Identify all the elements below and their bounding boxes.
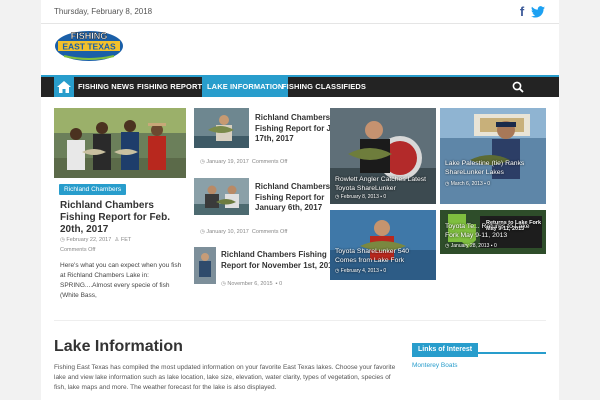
page-intro: Fishing East Texas has compiled the most… <box>54 364 396 391</box>
post-comments[interactable]: Comments Off <box>252 229 287 235</box>
angler-photo <box>194 178 249 215</box>
post-date[interactable]: November 6, 2015 <box>227 281 272 287</box>
tile-post[interactable]: Rowlett Angler Catches Latest Toyota Sha… <box>330 108 436 204</box>
user-icon: ♙ <box>114 237 120 243</box>
tile-title: Toyota ShareLunker 540 Comes from Lake F… <box>335 248 410 264</box>
top-bar: Thursday, February 8, 2018 f <box>41 0 559 24</box>
nav-lake-information[interactable]: LAKE INFORMATION <box>202 77 289 97</box>
svg-text:FISHING: FISHING <box>71 31 108 41</box>
tile-photo <box>440 108 546 204</box>
featured-comments-label: Comments Off <box>60 247 96 253</box>
tile-title: Lake Palestine (tie) Ranks ShareLunker L… <box>445 160 525 176</box>
tile-date: January 28, 2013 <box>450 243 490 249</box>
post-date[interactable]: January 19, 2017 <box>206 159 249 165</box>
nav-fishing-reports[interactable]: FISHING REPORTS <box>137 77 207 97</box>
post-date[interactable]: January 10, 2017 <box>206 229 249 235</box>
angler-photo <box>194 247 216 284</box>
clock-icon: ◷ <box>200 229 205 235</box>
featured-comments[interactable]: Comments Off <box>60 247 95 253</box>
tile-meta: ◷ February 4, 2013 ▪ 0 <box>335 268 387 274</box>
tile-date: February 8, 2013 <box>340 194 379 200</box>
svg-text:EAST TEXAS: EAST TEXAS <box>62 42 116 52</box>
site-logo[interactable]: FISHING EAST TEXAS <box>54 29 124 63</box>
clock-icon: ◷ <box>221 281 226 287</box>
section-divider <box>54 320 546 321</box>
fishermen-photo <box>54 108 186 178</box>
post-thumbnail[interactable] <box>194 178 249 215</box>
tile-date: February 4, 2013 <box>340 268 379 274</box>
tile-comments: 0 <box>493 243 497 249</box>
post-meta: ◷ January 19, 2017 Comments Off <box>200 159 287 165</box>
category-pill[interactable]: Richland Chambers <box>59 184 127 195</box>
tile-post[interactable]: Toyota ShareLunker 540 Comes from Lake F… <box>330 210 436 280</box>
tile-meta: ◷ January 28, 2013 ▪ 0 <box>445 243 497 249</box>
nav-home-button[interactable] <box>54 77 74 97</box>
page-wrapper: Thursday, February 8, 2018 f FISHING EAS… <box>41 0 559 400</box>
post-title[interactable]: Richland Chambers Fishing Report for Nov… <box>221 250 345 271</box>
tile-comments: 0 <box>383 194 387 200</box>
twitter-icon[interactable] <box>531 6 545 18</box>
main-nav: FISHING NEWS FISHING REPORTS LAKE INFORM… <box>41 75 559 97</box>
search-icon[interactable] <box>512 81 524 93</box>
angler-photo <box>194 108 249 148</box>
sidebar-heading-label: Links of Interest <box>412 343 479 357</box>
tile-comments: 0 <box>487 181 491 187</box>
page-title: Lake Information <box>54 338 183 355</box>
post-thumbnail[interactable] <box>194 108 249 148</box>
sidebar-link-monterey-boats[interactable]: Monterey Boats <box>412 362 458 369</box>
tile-post[interactable]: Returns to Lake Fork May 9-11, 2013 Toyo… <box>440 210 546 254</box>
clock-icon: ◷ <box>60 237 65 243</box>
featured-title[interactable]: Richland Chambers Fishing Report for Feb… <box>60 200 182 236</box>
featured-thumbnail[interactable] <box>54 108 186 178</box>
post-comments[interactable]: Comments Off <box>252 159 287 165</box>
tile-comments: 0 <box>383 268 387 274</box>
sidebar-heading: Links of Interest <box>412 338 546 357</box>
home-icon <box>57 81 71 93</box>
tile-title: Rowlett Angler Catches Latest Toyota Sha… <box>335 176 427 192</box>
featured-author[interactable]: FET <box>121 237 131 243</box>
featured-date[interactable]: February 22, 2017 <box>66 237 111 243</box>
featured-meta: ◷ February 22, 2017 ♙ FET <box>60 237 131 243</box>
facebook-icon[interactable]: f <box>517 5 527 19</box>
post-meta: ◷ November 6, 2015 ▪ 0 <box>221 281 282 287</box>
nav-fishing-news[interactable]: FISHING NEWS <box>78 77 134 97</box>
tile-date: March 6, 2013 <box>450 181 483 187</box>
tile-meta: ◷ March 6, 2013 ▪ 0 <box>445 181 491 187</box>
current-date: Thursday, February 8, 2018 <box>54 7 153 16</box>
post-thumbnail[interactable] <box>194 247 216 284</box>
featured-excerpt: Here's what you can expect when you fish… <box>60 262 182 299</box>
nav-fishing-classifieds[interactable]: FISHING CLASSIFIEDS <box>282 77 366 97</box>
comment-icon: ▪ <box>275 281 278 287</box>
tile-post[interactable]: Lake Palestine (tie) Ranks ShareLunker L… <box>440 108 546 204</box>
tile-meta: ◷ February 8, 2013 ▪ 0 <box>335 194 387 200</box>
post-meta: ◷ January 10, 2017 Comments Off <box>200 229 287 235</box>
post-comments[interactable]: 0 <box>279 281 282 287</box>
tile-title: Toyota Te... Returns to Lake Fork May 9-… <box>445 223 530 239</box>
clock-icon: ◷ <box>200 159 205 165</box>
